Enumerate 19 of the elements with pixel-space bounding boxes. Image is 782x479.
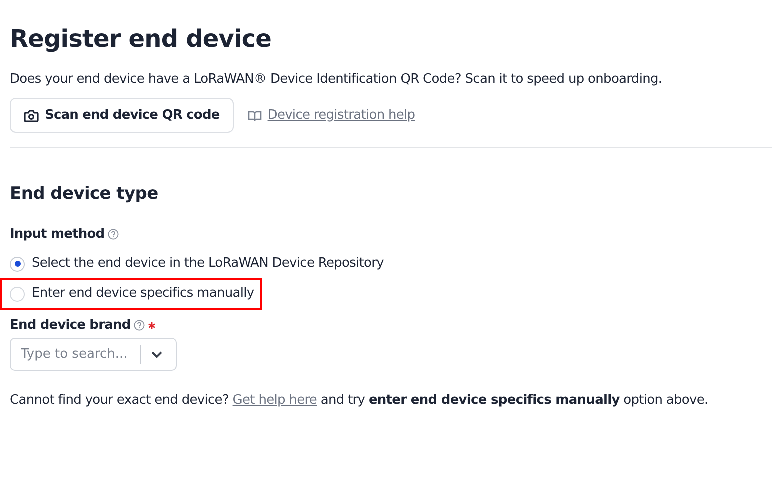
radio-button[interactable] [10, 256, 25, 272]
camera-icon [24, 108, 39, 122]
section-title: End device type [10, 184, 160, 204]
brand-select[interactable]: Type to search... [10, 338, 177, 371]
book-icon [248, 110, 262, 122]
radio-option[interactable]: Select the end device in the LoRaWAN Device Repository [10, 252, 384, 276]
help-link[interactable]: Get help here [232, 393, 318, 408]
chevron-down-icon [151, 350, 163, 358]
radio-button[interactable] [10, 286, 25, 302]
intro-text: Does your end device have a LoRaWAN® Device Identification QR Code? Scan it to speed up onboarding. [10, 72, 664, 88]
help-note: Cannot find your exact end device? Get help here and try enter end device specifics manually option above. [10, 393, 710, 408]
scan-qr-button[interactable]: Scan end device QR code [10, 98, 234, 133]
radio-option[interactable]: Enter end device specifics manually [10, 282, 254, 306]
field-label: Input method [10, 227, 105, 242]
page-title: Register end device [10, 24, 273, 54]
field-label: End device brand [10, 318, 131, 333]
registration-help-link[interactable]: Device registration help [268, 108, 416, 123]
help-icon [108, 229, 119, 240]
help-icon [134, 320, 145, 331]
